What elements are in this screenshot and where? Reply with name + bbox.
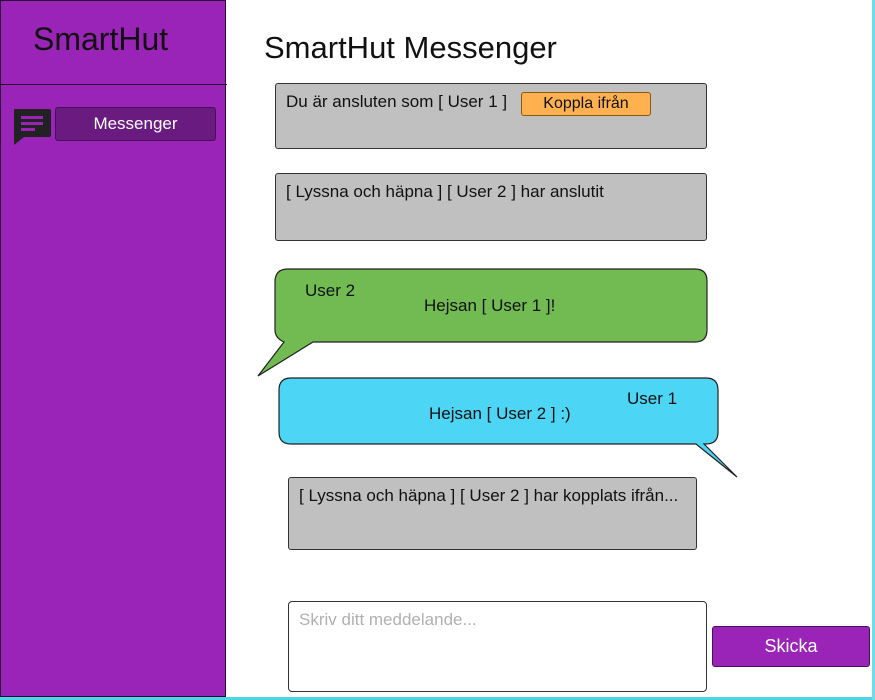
system-message-text: [ Lyssna och häpna ] [ User 2 ] har kopp…: [299, 486, 679, 505]
main-content: SmartHut Messenger Du är ansluten som [ …: [226, 0, 872, 697]
message-text: Hejsan [ User 1 ]!: [424, 296, 556, 315]
message-input[interactable]: [288, 601, 707, 692]
brand-header: SmartHut: [1, 1, 227, 85]
chat-bubbles: [257, 268, 738, 478]
brand-title: SmartHut: [33, 21, 169, 57]
message-sender: User 2: [305, 281, 356, 300]
sidebar-item-messenger[interactable]: Messenger: [55, 107, 216, 141]
message-sender: User 1: [627, 389, 678, 408]
message-text: Hejsan [ User 2 ] :): [429, 404, 571, 423]
system-message-left: [ Lyssna och häpna ] [ User 2 ] har kopp…: [288, 477, 697, 550]
send-button[interactable]: Skicka: [712, 626, 870, 667]
sidebar: SmartHut Messenger: [0, 0, 227, 697]
chat-icon[interactable]: [12, 108, 52, 146]
